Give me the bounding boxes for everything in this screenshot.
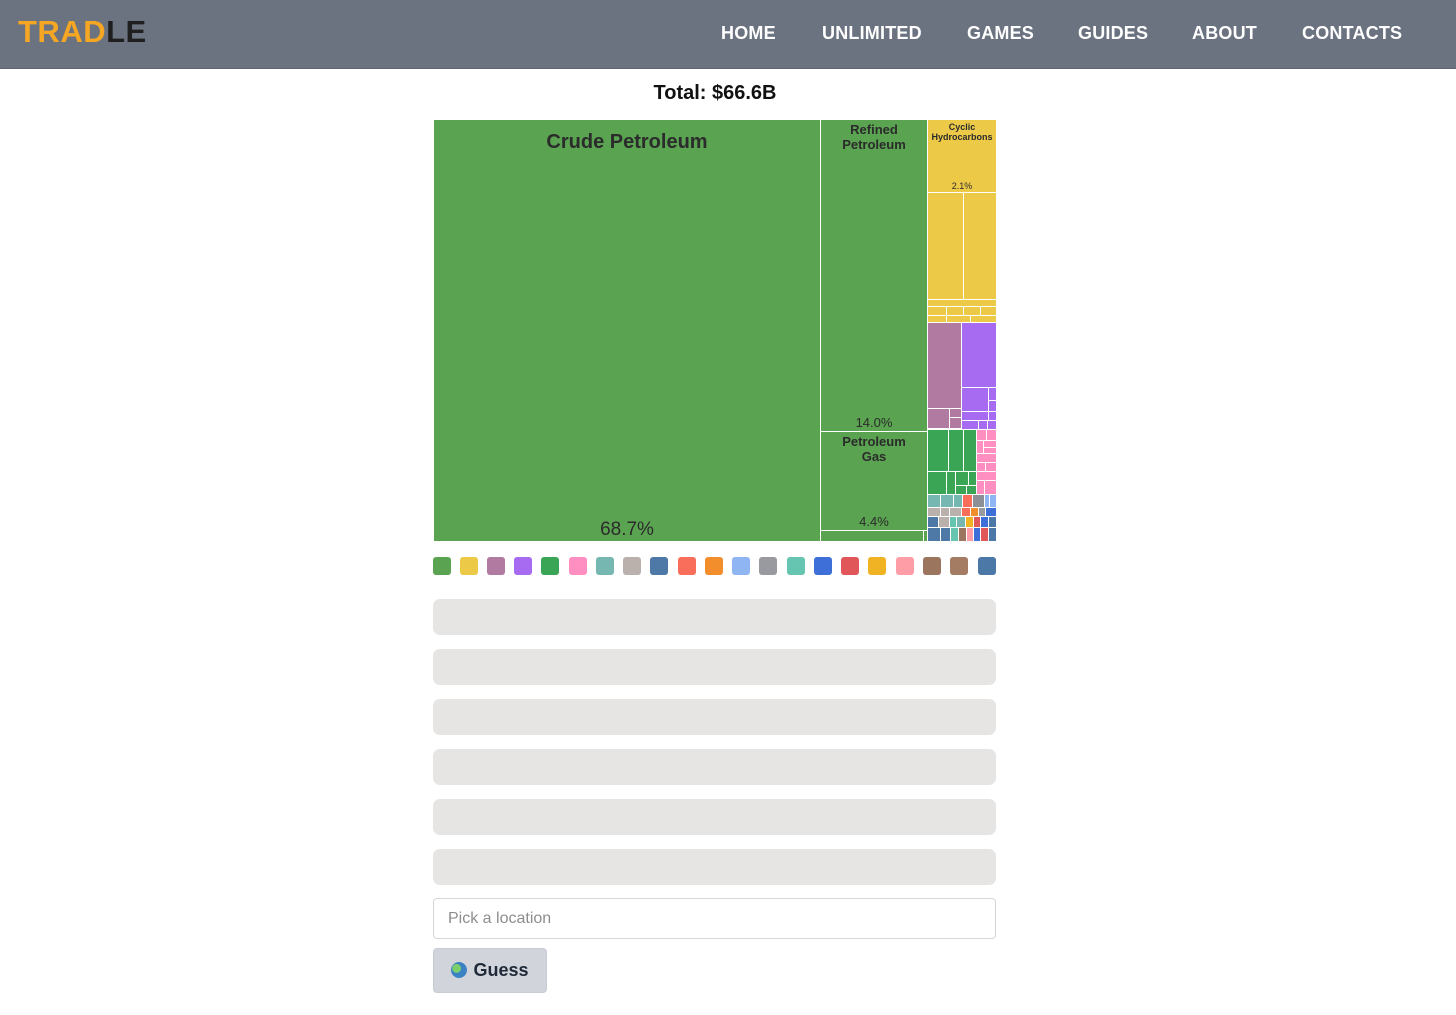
legend-swatch[interactable]: [841, 557, 859, 575]
treemap-cell: [955, 471, 969, 486]
legend-swatch[interactable]: [868, 557, 886, 575]
treemap-cell: [940, 494, 954, 508]
treemap-cell: [961, 387, 989, 412]
legend-swatch[interactable]: [460, 557, 478, 575]
tradle-logo[interactable]: TRADLE: [18, 14, 147, 50]
treemap-cell-refined-petroleum: Refined Petroleum 14.0%: [820, 119, 928, 432]
treemap-cell-cyclic-hydrocarbons: Cyclic Hydrocarbons 2.1%: [927, 119, 997, 193]
treemap-cell: [963, 192, 997, 300]
legend-swatch[interactable]: [433, 557, 451, 575]
treemap-pct-refined-petroleum: 14.0%: [855, 415, 893, 430]
treemap-pct-crude-petroleum: 68.7%: [600, 519, 654, 540]
globe-icon: [451, 962, 468, 978]
treemap-cell: [927, 408, 950, 429]
legend-swatch[interactable]: [978, 557, 996, 575]
treemap-cell-petroleum-gas: Petroleum Gas 4.4%: [820, 431, 928, 531]
guess-row-3: [433, 699, 996, 735]
guess-row-1: [433, 599, 996, 635]
legend-swatch[interactable]: [596, 557, 614, 575]
nav-guides[interactable]: GUIDES: [1078, 23, 1148, 44]
top-navbar: TRADLE HOME UNLIMITED GAMES GUIDES ABOUT…: [0, 0, 1456, 69]
treemap-cell: [963, 429, 977, 472]
treemap-cell: [984, 480, 997, 495]
nav-home[interactable]: HOME: [721, 23, 776, 44]
logo-text-trad: TRAD: [18, 14, 107, 49]
legend-swatch[interactable]: [541, 557, 559, 575]
logo-text-le: LE: [106, 14, 147, 49]
treemap-cell: [948, 429, 964, 472]
treemap-pct-petroleum-gas: 4.4%: [859, 514, 889, 529]
treemap-cell: [988, 387, 997, 401]
legend-swatch[interactable]: [705, 557, 723, 575]
guess-row-6: [433, 849, 996, 885]
treemap-cell: [927, 494, 941, 508]
nav-contacts[interactable]: CONTACTS: [1302, 23, 1402, 44]
legend-swatch[interactable]: [950, 557, 968, 575]
nav-games[interactable]: GAMES: [967, 23, 1034, 44]
treemap-label-refined-petroleum: Refined Petroleum: [842, 122, 906, 152]
category-legend: [433, 557, 997, 577]
legend-swatch[interactable]: [732, 557, 750, 575]
legend-swatch[interactable]: [896, 557, 914, 575]
legend-swatch[interactable]: [923, 557, 941, 575]
treemap-cell: [927, 471, 947, 495]
guess-row-2: [433, 649, 996, 685]
location-input[interactable]: [433, 898, 996, 939]
nav-unlimited[interactable]: UNLIMITED: [822, 23, 922, 44]
treemap-pct-cyclic-hydrocarbons: 2.1%: [951, 181, 973, 191]
treemap-cell: [927, 322, 962, 409]
export-treemap: Crude Petroleum 68.7% Refined Petroleum …: [433, 119, 997, 542]
legend-swatch[interactable]: [623, 557, 641, 575]
treemap-label-cyclic-hydrocarbons: Cyclic Hydrocarbons: [931, 122, 993, 143]
treemap-cell: [961, 322, 997, 388]
guess-button[interactable]: Guess: [433, 948, 547, 993]
treemap-cell-crude-petroleum: Crude Petroleum 68.7%: [433, 119, 821, 542]
treemap-label-crude-petroleum: Crude Petroleum: [546, 131, 708, 153]
nav-about[interactable]: ABOUT: [1192, 23, 1257, 44]
legend-swatch[interactable]: [650, 557, 668, 575]
guess-button-label: Guess: [473, 960, 529, 980]
treemap-cell: [988, 527, 997, 542]
trade-total-label: Total: $66.6B: [653, 82, 777, 104]
treemap-cell: [927, 527, 941, 542]
treemap-label-petroleum-gas: Petroleum Gas: [842, 434, 906, 464]
legend-swatch[interactable]: [759, 557, 777, 575]
guess-row-5: [433, 799, 996, 835]
legend-swatch[interactable]: [487, 557, 505, 575]
treemap-cell: [927, 192, 964, 300]
treemap-cell-small-green: [820, 530, 924, 542]
treemap-cell: [989, 494, 997, 508]
legend-swatch[interactable]: [514, 557, 532, 575]
legend-swatch[interactable]: [678, 557, 696, 575]
guess-row-4: [433, 749, 996, 785]
legend-swatch[interactable]: [569, 557, 587, 575]
legend-swatch[interactable]: [787, 557, 805, 575]
legend-swatch[interactable]: [814, 557, 832, 575]
treemap-cell: [927, 429, 949, 472]
